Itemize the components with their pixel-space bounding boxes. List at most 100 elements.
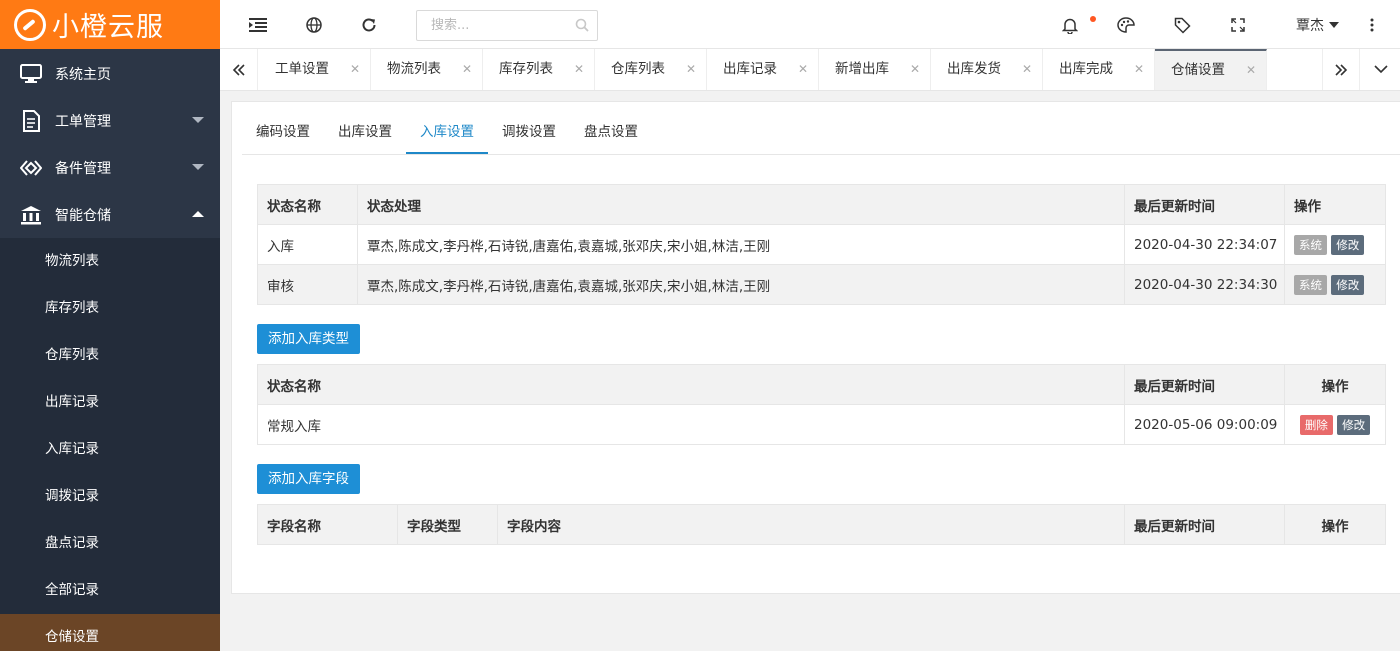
add-inbound-field-button[interactable]: 添加入库字段 (257, 464, 360, 494)
col-header: 状态名称 (257, 364, 1125, 405)
system-button[interactable]: 系统 (1294, 274, 1327, 295)
tabs-scroll-left-button[interactable] (220, 49, 258, 90)
subtab-stocktake[interactable]: 盘点设置 (570, 115, 652, 154)
subtab-code[interactable]: 编码设置 (242, 115, 324, 154)
row-actions: 系统 修改 (1284, 224, 1386, 265)
sidebar-subitem-inbound[interactable]: 入库记录 (0, 426, 220, 473)
tag-icon[interactable] (1171, 14, 1193, 36)
tab-workorder-settings[interactable]: 工单设置 ✕ (259, 49, 371, 90)
sidebar-item-label: 备件管理 (55, 160, 111, 177)
col-header: 操作 (1284, 504, 1386, 545)
settings-card: 编码设置 出库设置 入库设置 调拨设置 盘点设置 状态名称 状态处理 最后更新时… (231, 101, 1400, 594)
tab-outbound-done[interactable]: 出库完成 ✕ (1043, 49, 1155, 90)
sidebar: 小橙云服 系统主页 工单管理 备件管理 智能仓储 物流列表 库存列表 仓库列表 … (0, 0, 220, 651)
close-icon[interactable]: ✕ (1022, 49, 1032, 90)
table-header-row: 状态名称 状态处理 最后更新时间 操作 (257, 184, 1386, 225)
table-row: 常规入库 2020-05-06 09:00:09 删除 修改 (257, 404, 1386, 445)
subtab-transfer[interactable]: 调拨设置 (488, 115, 570, 154)
table-row: 审核 覃杰,陈成文,李丹桦,石诗锐,唐嘉佑,袁嘉城,张邓庆,宋小姐,林洁,王刚 … (257, 264, 1386, 305)
tabs-menu-button[interactable] (1361, 49, 1400, 90)
logo[interactable]: 小橙云服 (0, 0, 220, 49)
tabs-scroll-right-button[interactable] (1322, 49, 1360, 90)
status-handlers: 覃杰,陈成文,李丹桦,石诗锐,唐嘉佑,袁嘉城,张邓庆,宋小姐,林洁,王刚 (357, 224, 1125, 265)
tab-new-outbound[interactable]: 新增出库 ✕ (819, 49, 931, 90)
tab-warehouses[interactable]: 仓库列表 ✕ (595, 49, 707, 90)
top-header: 覃杰 (220, 0, 1400, 49)
sidebar-item-warehouse[interactable]: 智能仓储 (0, 191, 220, 238)
settings-subtabs: 编码设置 出库设置 入库设置 调拨设置 盘点设置 (242, 115, 1400, 155)
col-header: 状态处理 (357, 184, 1125, 225)
col-header: 状态名称 (257, 184, 358, 225)
search-box[interactable] (416, 10, 598, 41)
close-icon[interactable]: ✕ (350, 49, 360, 90)
close-icon[interactable]: ✕ (1246, 51, 1256, 90)
table-header-row: 字段名称 字段类型 字段内容 最后更新时间 操作 (257, 504, 1386, 545)
close-icon[interactable]: ✕ (462, 49, 472, 90)
close-icon[interactable]: ✕ (798, 49, 808, 90)
sidebar-item-parts[interactable]: 备件管理 (0, 144, 220, 191)
logo-icon (14, 8, 46, 41)
sidebar-subitem-settings[interactable]: 仓储设置 (0, 614, 220, 651)
tab-outbound-ship[interactable]: 出库发货 ✕ (931, 49, 1043, 90)
close-icon[interactable]: ✕ (1134, 49, 1144, 90)
subtab-inbound[interactable]: 入库设置 (406, 115, 488, 154)
username: 覃杰 (1296, 18, 1324, 34)
status-table: 状态名称 状态处理 最后更新时间 操作 入库 覃杰,陈成文,李丹桦,石诗锐,唐嘉… (257, 184, 1386, 305)
tab-inventory[interactable]: 库存列表 ✕ (483, 49, 595, 90)
edit-button[interactable]: 修改 (1331, 234, 1365, 255)
sidebar-subitem-logistics[interactable]: 物流列表 (0, 238, 220, 285)
caret-down-icon (1329, 22, 1339, 28)
status-name: 审核 (257, 264, 358, 305)
table-row: 入库 覃杰,陈成文,李丹桦,石诗锐,唐嘉佑,袁嘉城,张邓庆,宋小姐,林洁,王刚 … (257, 224, 1386, 265)
sidebar-item-home[interactable]: 系统主页 (0, 50, 220, 97)
tab-bar: 工单设置 ✕ 物流列表 ✕ 库存列表 ✕ 仓库列表 ✕ 出库记录 ✕ 新增出库 ✕ 出库发货… (220, 49, 1400, 91)
col-header: 最后更新时间 (1124, 184, 1285, 225)
theme-palette-icon[interactable] (1115, 14, 1137, 36)
inbound-field-table: 字段名称 字段类型 字段内容 最后更新时间 操作 (257, 504, 1386, 545)
double-chevron-right-icon (1335, 63, 1348, 76)
refresh-icon[interactable] (358, 14, 380, 36)
sidebar-subitem-inventory[interactable]: 库存列表 (0, 285, 220, 332)
tab-outbound-records[interactable]: 出库记录 ✕ (707, 49, 819, 90)
search-icon[interactable] (575, 18, 589, 36)
sidebar-subitem-stocktake[interactable]: 盘点记录 (0, 520, 220, 567)
delete-button[interactable]: 删除 (1299, 414, 1333, 435)
sidebar-subitem-warehouses[interactable]: 仓库列表 (0, 332, 220, 379)
col-header: 字段类型 (397, 504, 498, 545)
tab-storage-settings[interactable]: 仓储设置 ✕ (1155, 49, 1267, 90)
search-input[interactable] (417, 11, 567, 40)
bell-icon[interactable] (1059, 14, 1081, 36)
sidebar-subitem-transfer[interactable]: 调拨记录 (0, 473, 220, 520)
open-tabs: 工单设置 ✕ 物流列表 ✕ 库存列表 ✕ 仓库列表 ✕ 出库记录 ✕ 新增出库 ✕ 出库发货… (259, 49, 1267, 90)
close-icon[interactable]: ✕ (686, 49, 696, 90)
monitor-icon (20, 63, 42, 85)
user-menu[interactable]: 覃杰 (1296, 15, 1339, 35)
sidebar-subitem-all-records[interactable]: 全部记录 (0, 567, 220, 614)
tab-label: 出库发货 (947, 61, 1001, 77)
sidebar-item-workorder[interactable]: 工单管理 (0, 97, 220, 144)
close-icon[interactable]: ✕ (910, 49, 920, 90)
subtab-outbound[interactable]: 出库设置 (324, 115, 406, 154)
tab-label: 新增出库 (835, 61, 889, 77)
document-icon (20, 109, 42, 132)
fullscreen-icon[interactable] (1227, 14, 1249, 36)
system-button[interactable]: 系统 (1294, 234, 1327, 255)
edit-button[interactable]: 修改 (1337, 414, 1371, 435)
edit-button[interactable]: 修改 (1331, 274, 1365, 295)
globe-icon[interactable] (303, 14, 325, 36)
notification-dot (1090, 16, 1096, 22)
add-inbound-type-button[interactable]: 添加入库类型 (257, 324, 360, 354)
updated-time: 2020-04-30 22:34:07 (1124, 224, 1285, 265)
inbound-type-table: 状态名称 最后更新时间 操作 常规入库 2020-05-06 09:00:09 … (257, 364, 1386, 445)
row-actions: 系统 修改 (1284, 264, 1386, 305)
menu-collapse-icon[interactable] (247, 14, 269, 36)
chevron-up-icon (192, 211, 204, 217)
close-icon[interactable]: ✕ (574, 49, 584, 90)
status-handlers: 覃杰,陈成文,李丹桦,石诗锐,唐嘉佑,袁嘉城,张邓庆,宋小姐,林洁,王刚 (357, 264, 1125, 305)
more-vertical-icon[interactable] (1361, 14, 1383, 36)
tab-label: 仓库列表 (611, 61, 665, 77)
sidebar-subitem-outbound[interactable]: 出库记录 (0, 379, 220, 426)
col-header: 最后更新时间 (1124, 504, 1285, 545)
tab-logistics[interactable]: 物流列表 ✕ (371, 49, 483, 90)
diamond-link-icon (20, 157, 42, 179)
